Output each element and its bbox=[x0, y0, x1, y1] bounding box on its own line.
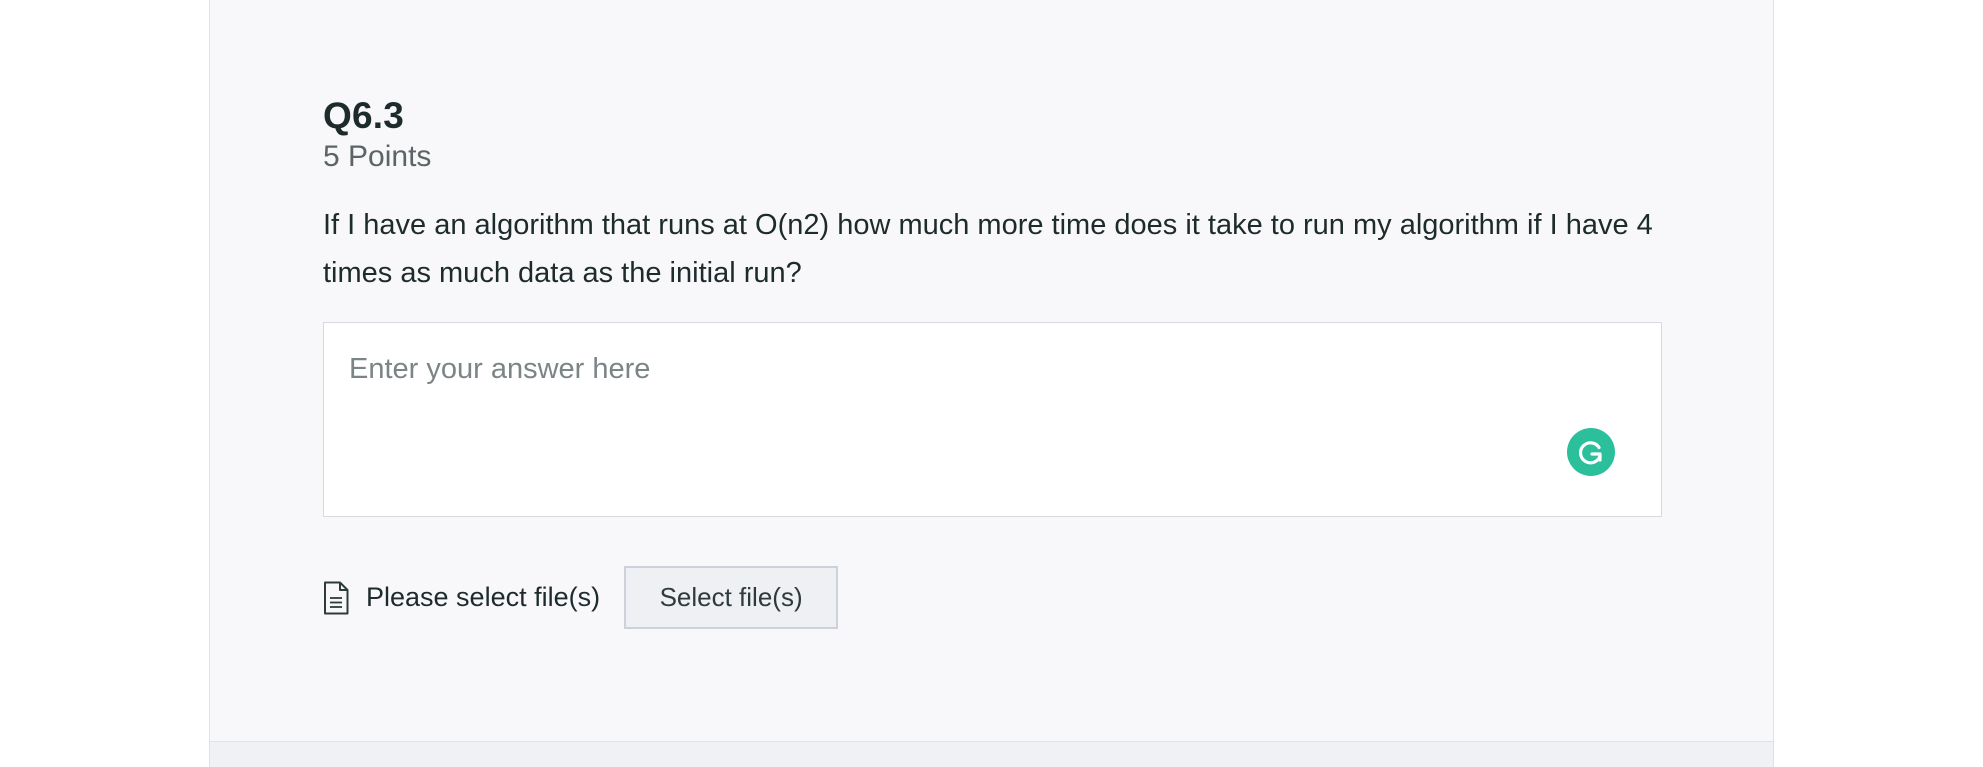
question-title: Q6.3 bbox=[323, 95, 405, 136]
panel-footer bbox=[209, 742, 1774, 767]
grammarly-icon[interactable] bbox=[1567, 428, 1615, 476]
files-label: Please select file(s) bbox=[366, 582, 601, 612]
document-icon bbox=[323, 581, 349, 615]
answer-box bbox=[323, 322, 1662, 517]
page: Q6.3 5 Points If I have an algorithm tha… bbox=[0, 0, 1983, 767]
file-upload-row: Please select file(s) Select file(s) bbox=[323, 566, 839, 629]
question-prompt: If I have an algorithm that runs at O(n2… bbox=[323, 209, 1653, 289]
select-files-button[interactable]: Select file(s) bbox=[624, 566, 839, 629]
answer-input[interactable] bbox=[324, 323, 1661, 516]
question-points: 5 Points bbox=[323, 140, 432, 173]
question-block: Q6.3 5 Points If I have an algorithm tha… bbox=[323, 92, 1663, 297]
